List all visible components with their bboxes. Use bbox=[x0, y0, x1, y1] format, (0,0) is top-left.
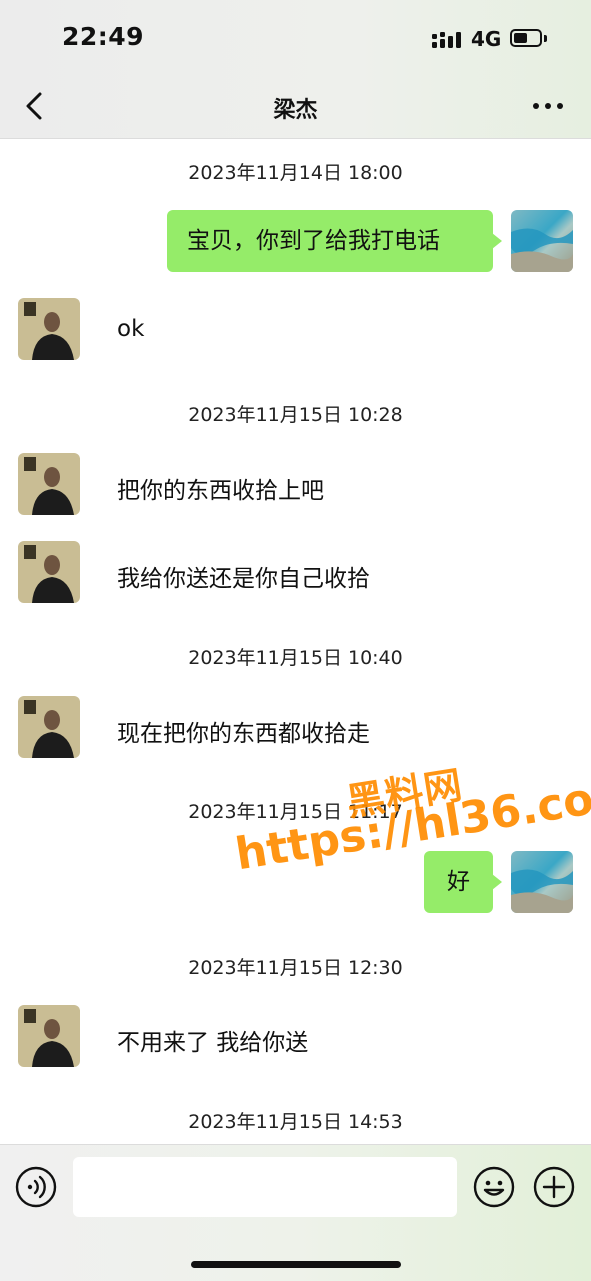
incoming-message[interactable]: 不用来了 我给你送 bbox=[117, 1023, 308, 1057]
home-indicator[interactable] bbox=[191, 1261, 401, 1268]
battery-icon bbox=[510, 29, 542, 47]
self-avatar[interactable] bbox=[511, 210, 573, 272]
message-timestamp: 2023年11月15日 10:28 bbox=[188, 404, 403, 426]
message-timestamp: 2023年11月15日 12:30 bbox=[188, 957, 403, 979]
chat-title: 梁杰 bbox=[273, 98, 318, 123]
plus-icon[interactable] bbox=[533, 1166, 575, 1208]
nav-bar: 梁杰 bbox=[0, 74, 591, 139]
incoming-message[interactable]: 把你的东西收拾上吧 bbox=[117, 471, 324, 505]
contact-avatar[interactable] bbox=[18, 453, 80, 515]
more-dots-icon[interactable] bbox=[530, 92, 566, 120]
self-avatar[interactable] bbox=[511, 851, 573, 913]
message-timestamp: 2023年11月15日 10:40 bbox=[188, 647, 403, 669]
voice-icon[interactable] bbox=[15, 1166, 57, 1208]
battery-level bbox=[514, 33, 527, 43]
cellular-signal-icon bbox=[432, 32, 461, 48]
incoming-message[interactable]: ok bbox=[117, 316, 144, 342]
network-type: 4G bbox=[471, 27, 502, 51]
message-input[interactable] bbox=[73, 1157, 457, 1217]
status-bar: 22:49 4G bbox=[0, 0, 591, 74]
message-timestamp: 2023年11月15日 14:53 bbox=[188, 1111, 403, 1133]
contact-avatar[interactable] bbox=[18, 696, 80, 758]
incoming-message[interactable]: 我给你送还是你自己收拾 bbox=[117, 559, 370, 593]
contact-avatar[interactable] bbox=[18, 1005, 80, 1067]
chat-area[interactable]: 2023年11月14日 18:00 宝贝，你到了给我打电话 ok 2023年11… bbox=[0, 139, 591, 1144]
message-timestamp: 2023年11月14日 18:00 bbox=[188, 162, 403, 184]
incoming-message[interactable]: 现在把你的东西都收拾走 bbox=[117, 714, 370, 748]
emoji-icon[interactable] bbox=[473, 1166, 515, 1208]
outgoing-message[interactable]: 宝贝，你到了给我打电话 bbox=[167, 210, 502, 272]
outgoing-message[interactable]: 好 bbox=[424, 851, 502, 913]
contact-avatar[interactable] bbox=[18, 298, 80, 360]
contact-avatar[interactable] bbox=[18, 541, 80, 603]
battery-cap bbox=[544, 35, 547, 42]
input-bar bbox=[0, 1144, 591, 1281]
status-time: 22:49 bbox=[62, 22, 145, 51]
